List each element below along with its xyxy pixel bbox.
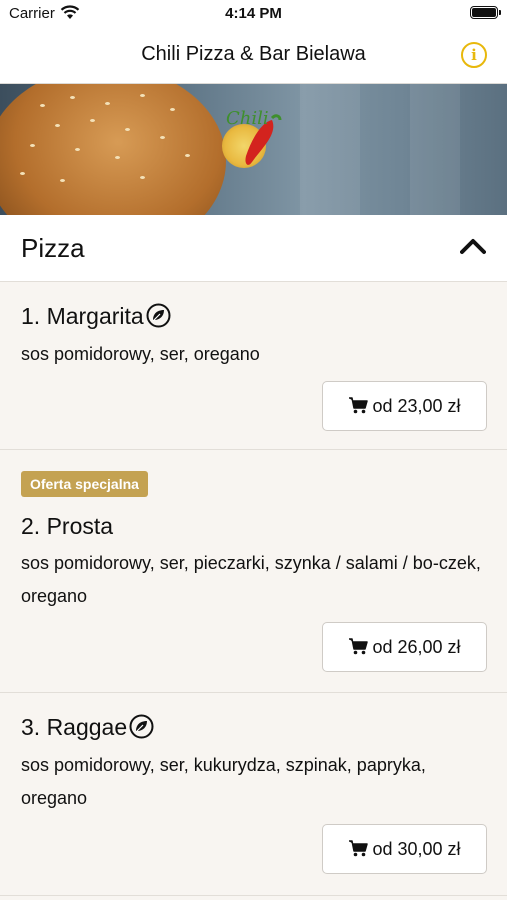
status-bar: Carrier 4:14 PM <box>0 0 507 26</box>
leaf-icon <box>129 714 154 739</box>
category-header-pizza[interactable]: Pizza <box>0 215 507 282</box>
logo-text: Chili <box>226 108 269 129</box>
cart-icon <box>349 397 369 414</box>
menu-item[interactable]: 1. Margarita sos pomidorowy, ser, oregan… <box>0 282 507 450</box>
battery-icon <box>470 6 501 19</box>
chevron-up-icon[interactable] <box>460 237 486 255</box>
category-title: Pizza <box>21 233 85 263</box>
menu-item-description: sos pomidorowy, ser, pieczarki, szynka /… <box>21 553 481 606</box>
cart-icon <box>349 840 369 857</box>
cart-icon <box>349 638 369 655</box>
page-title: Chili Pizza & Bar Bielawa <box>141 43 366 65</box>
restaurant-banner-image: Chili <box>0 84 507 215</box>
price-label: od 23,00 zł <box>372 396 461 416</box>
menu-item-name: 1. Margarita <box>21 303 144 329</box>
menu-item-description: sos pomidorowy, ser, kukurydza, szpinak,… <box>21 755 426 808</box>
menu-item-name: 2. Prosta <box>21 513 114 539</box>
special-offer-badge: Oferta specjalna <box>21 471 148 497</box>
info-icon[interactable]: i <box>461 42 487 68</box>
add-to-cart-button[interactable]: od 26,00 zł <box>322 622 487 672</box>
leaf-icon <box>146 303 171 328</box>
menu-item-description: sos pomidorowy, ser, oregano <box>21 344 260 364</box>
nav-bar: Chili Pizza & Bar Bielawa i <box>0 26 507 84</box>
add-to-cart-button[interactable]: od 23,00 zł <box>322 381 487 431</box>
price-label: od 30,00 zł <box>372 839 461 859</box>
menu-item[interactable]: Oferta specjalna 2. Prosta sos pomidorow… <box>0 450 507 693</box>
menu-item-title: 3. Raggae <box>21 714 154 741</box>
status-time: 4:14 PM <box>225 5 282 22</box>
menu-item[interactable]: 3. Raggae sos pomidorowy, ser, kukurydza… <box>0 693 507 896</box>
menu-item-title: 1. Margarita <box>21 303 171 330</box>
add-to-cart-button[interactable]: od 30,00 zł <box>322 824 487 874</box>
price-label: od 26,00 zł <box>372 637 461 657</box>
menu-item-title: 2. Prosta <box>21 513 113 540</box>
menu-item-name: 3. Raggae <box>21 714 128 740</box>
